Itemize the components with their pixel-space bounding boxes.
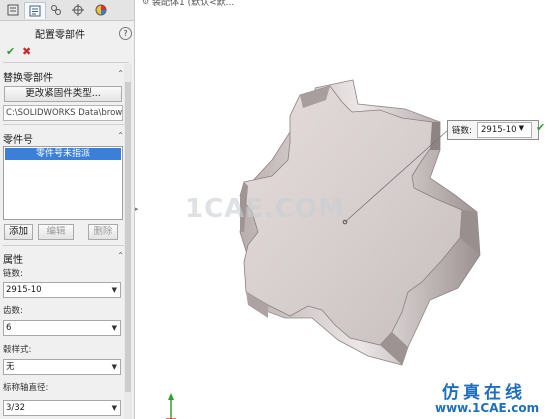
part-number-section-header[interactable]: 零件号 ⌃: [0, 131, 134, 146]
list-item[interactable]: 零件号未指派: [5, 148, 121, 160]
divider: [3, 245, 129, 246]
cancel-button[interactable]: ✖: [22, 45, 31, 58]
manager-tab-bar: [0, 0, 134, 21]
help-icon[interactable]: ?: [119, 27, 132, 40]
hub-style-value: 无: [6, 362, 15, 372]
change-fastener-type-button[interactable]: 更改紧固件类型...: [4, 86, 122, 102]
chain-number-select[interactable]: 2915-10 ▼: [3, 282, 121, 298]
collapse-chevron-icon[interactable]: ⌃: [117, 251, 124, 260]
teeth-count-value: 6: [6, 323, 12, 333]
replace-section-header[interactable]: 替换零部件 ⌃: [0, 69, 134, 84]
nominal-shaft-diameter-select[interactable]: 3/32 ▼: [3, 400, 121, 416]
property-manager-panel: 配置零部件 ? ✔ ✖ 替换零部件 ⌃ 更改紧固件类型... C:\SOLIDW…: [0, 0, 135, 419]
component-path-field[interactable]: C:\SOLIDWORKS Data\browser\Ai: [3, 105, 123, 121]
configuration-manager-icon[interactable]: [46, 2, 66, 18]
brand-watermark: 仿真在线: [442, 383, 526, 403]
divider: [3, 124, 129, 125]
teeth-count-label: 齿数:: [3, 306, 23, 316]
edit-button[interactable]: 编辑: [38, 224, 74, 240]
chevron-down-icon: ▼: [111, 324, 117, 332]
delete-button[interactable]: 删除: [88, 224, 118, 240]
callout-label: 链数:: [452, 126, 472, 136]
graphics-area[interactable]: ⚙ 装配体1 (默认<默... 1CAE.COM 链数: 2915-10 ▼ ✔…: [140, 0, 552, 419]
chain-number-value: 2915-10: [6, 285, 42, 295]
hub-style-label: 毂样式:: [3, 345, 32, 355]
divider: [3, 62, 129, 63]
part-number-list[interactable]: 零件号未指派: [3, 146, 123, 220]
add-button[interactable]: 添加: [4, 224, 33, 240]
chevron-down-icon: ▼: [111, 404, 117, 412]
nominal-shaft-diameter-label: 标称轴直径:: [3, 383, 49, 393]
collapse-chevron-icon[interactable]: ⌃: [117, 69, 124, 78]
collapse-chevron-icon[interactable]: ⌃: [117, 131, 124, 140]
chevron-down-icon: ▼: [111, 363, 117, 371]
property-manager-icon[interactable]: [24, 2, 46, 19]
dimxpert-icon[interactable]: [68, 2, 88, 18]
axis-triad-icon: [166, 393, 176, 419]
callout-value: 2915-10: [481, 125, 517, 135]
property-callout[interactable]: 链数: 2915-10 ▼: [447, 120, 539, 140]
chain-number-label: 链数:: [3, 269, 23, 279]
teeth-count-select[interactable]: 6 ▼: [3, 320, 121, 336]
display-manager-icon[interactable]: [91, 2, 111, 18]
feature-manager-icon[interactable]: [3, 2, 23, 18]
properties-section-header[interactable]: 属性 ⌃: [0, 251, 134, 266]
chevron-down-icon[interactable]: ▼: [519, 124, 524, 132]
replace-section-title: 替换零部件: [3, 73, 53, 84]
part-number-section-title: 零件号: [3, 135, 33, 146]
ok-button[interactable]: ✔: [6, 45, 15, 58]
properties-section-title: 属性: [3, 255, 23, 266]
panel-title: 配置零部件: [35, 30, 85, 41]
watermark: 1CAE.COM: [185, 194, 345, 224]
hub-style-select[interactable]: 无 ▼: [3, 359, 121, 375]
callout-confirm-button[interactable]: ✔: [536, 121, 545, 134]
brand-url-watermark: www.1CAE.com: [435, 401, 540, 415]
panel-scrollbar-thumb[interactable]: [125, 82, 131, 392]
nominal-shaft-diameter-value: 3/32: [6, 403, 26, 413]
chevron-down-icon: ▼: [111, 286, 117, 294]
